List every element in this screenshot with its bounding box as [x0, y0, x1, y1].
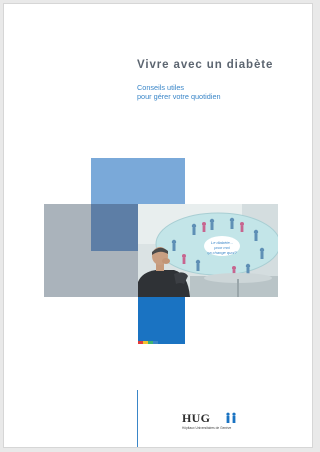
color-strip	[138, 341, 158, 344]
logo-wordmark: HUG	[182, 411, 211, 425]
subtitle-line-1: Conseils utiles	[137, 83, 185, 92]
brochure-cover: Vivre avec un diabète Conseils utiles po…	[3, 3, 313, 448]
subtitle-line-2: pour gérer votre quotidien	[137, 92, 221, 102]
deep-blue-square	[138, 297, 185, 344]
logo-fullname: Hôpitaux Universitaires de Genève	[182, 426, 232, 430]
cover-photo: Le diabète... pour moi ça change quoi?	[138, 204, 278, 297]
hug-logo: HUG Hôpitaux Universitaires de Genève	[182, 411, 242, 433]
cover-subtitle: Conseils utiles pour gérer votre quotidi…	[137, 83, 221, 102]
light-blue-square	[91, 158, 185, 207]
color-strip-blue	[153, 341, 158, 344]
screen-caption-line-3: ça change quoi?	[207, 250, 237, 255]
cover-title: Vivre avec un diabète	[137, 59, 274, 71]
vertical-rule	[137, 390, 138, 447]
photo-illustration: Le diabète... pour moi ça change quoi?	[138, 204, 278, 297]
hug-emblem-icon	[226, 412, 236, 423]
overlap-square	[91, 204, 138, 251]
